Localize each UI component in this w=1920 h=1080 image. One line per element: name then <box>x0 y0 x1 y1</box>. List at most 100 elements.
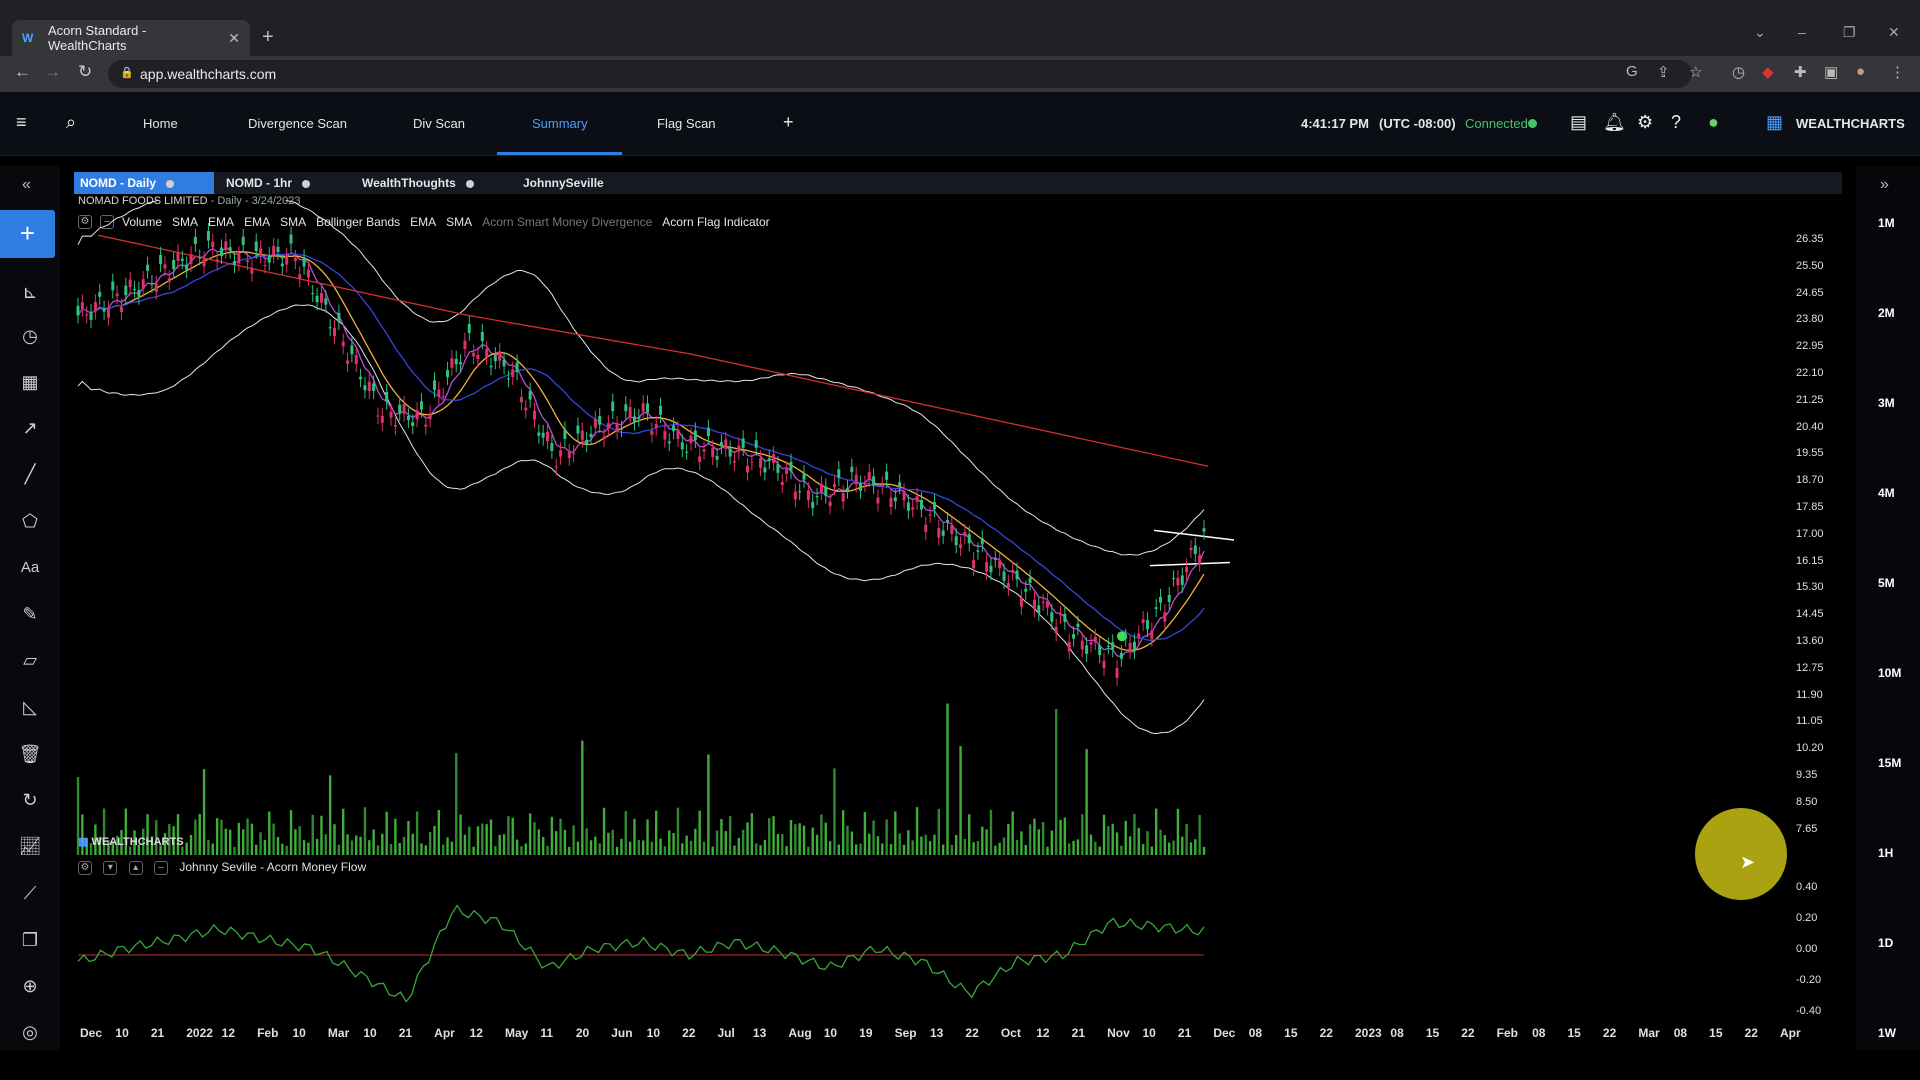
timeframe-5m[interactable]: 5M <box>1878 576 1895 590</box>
bell-icon[interactable]: 🔔︎ <box>1603 112 1626 133</box>
volume-bar <box>507 816 510 855</box>
timeframe-1w[interactable]: 1W <box>1878 1026 1896 1040</box>
candle-body <box>980 538 984 545</box>
collapse-right-icon[interactable]: » <box>1880 176 1889 194</box>
timeframe-15m[interactable]: 15M <box>1878 756 1901 770</box>
measure-icon[interactable]: ◺ <box>16 693 44 721</box>
sidepanel-icon[interactable]: ▣ <box>1824 63 1838 81</box>
shape-tool-icon[interactable]: ⬠ <box>16 507 44 535</box>
chart-tab-nomd-daily[interactable]: NOMD - Daily <box>74 172 214 194</box>
new-tab-button[interactable]: + <box>262 26 274 49</box>
osc-down-icon[interactable]: ▾ <box>103 860 118 875</box>
volume-bar <box>211 843 214 855</box>
candle-body <box>950 525 954 534</box>
volume-bar <box>576 841 580 855</box>
timeframe-1h[interactable]: 1H <box>1878 846 1893 860</box>
candle-body <box>676 429 680 440</box>
candle-body <box>937 528 941 538</box>
reload-icon[interactable]: ↻ <box>78 62 92 82</box>
osc-up-icon[interactable]: ▴ <box>128 860 143 875</box>
candle-body <box>233 260 237 266</box>
clock-icon[interactable]: ◷ <box>16 322 44 350</box>
nav-div-scan[interactable]: Div Scan <box>413 116 465 131</box>
ublock-icon[interactable]: ◆ <box>1762 63 1774 81</box>
text-tool-icon[interactable]: Aa <box>16 554 44 582</box>
puzzle-icon[interactable]: ✚ <box>1794 63 1807 81</box>
forward-icon[interactable]: → <box>44 62 61 82</box>
candle-body <box>719 441 723 447</box>
trash-icon[interactable]: 🗑︎ <box>16 740 44 768</box>
volume-bar <box>933 834 936 855</box>
volume-bar <box>841 810 845 855</box>
restore-icon[interactable]: ❐ <box>1843 24 1856 41</box>
node-icon[interactable]: ⟋ <box>16 879 44 907</box>
trend-icon[interactable]: ↗ <box>16 414 44 442</box>
chart-tab-johnnyseville[interactable]: JohnnySeville <box>517 172 617 194</box>
collapse-left-icon[interactable]: « <box>22 176 31 194</box>
save-icon[interactable]: ▤ <box>1570 112 1587 133</box>
browser-tab[interactable]: W Acorn Standard - WealthCharts ✕ <box>12 20 250 56</box>
chart-tab-nomd-1hr[interactable]: NOMD - 1hr <box>220 172 320 194</box>
volume-bar <box>289 810 293 855</box>
volume-bar <box>663 846 667 855</box>
volume-bar <box>1089 834 1093 855</box>
timeframe-10m[interactable]: 10M <box>1878 666 1901 680</box>
volume-bar <box>468 826 471 855</box>
chart-type-icon[interactable]: ⊾ <box>16 278 44 306</box>
ruler-icon[interactable]: ▱ <box>16 646 44 674</box>
help-icon[interactable]: ? <box>1671 112 1681 133</box>
volume-bar <box>1111 823 1114 855</box>
add-drawing-button[interactable]: + <box>0 210 55 258</box>
volume-bar <box>228 829 232 855</box>
search-icon[interactable]: ⌕ <box>66 112 76 133</box>
candle-body <box>932 502 936 510</box>
pencil-icon[interactable]: ✎ <box>16 600 44 628</box>
refresh-icon[interactable]: ↻ <box>16 786 44 814</box>
osc-settings-icon[interactable]: ⚙ <box>78 860 92 875</box>
timeframe-2m[interactable]: 2M <box>1878 306 1895 320</box>
volume-bar <box>833 768 836 855</box>
calendar-icon[interactable]: ▦ <box>16 368 44 396</box>
address-bar[interactable]: 🔒 app.wealthcharts.com <box>108 60 1692 88</box>
nav-home[interactable]: Home <box>143 116 178 131</box>
nav-summary[interactable]: Summary <box>532 116 588 131</box>
extension-icon[interactable]: ◷ <box>1732 63 1745 81</box>
gear-icon[interactable]: ⚙ <box>1637 112 1653 133</box>
chart-tab-wealththoughts[interactable]: WealthThoughts <box>356 172 486 194</box>
candle-body <box>945 520 949 523</box>
price-tick-label: 22.95 <box>1796 340 1824 353</box>
candle-body <box>637 417 641 419</box>
price-chart-svg[interactable] <box>74 200 1794 1040</box>
volume-bar <box>259 832 262 855</box>
close-tab-icon[interactable]: ✕ <box>228 30 240 47</box>
timeframe-1d[interactable]: 1D <box>1878 936 1893 950</box>
nav-divergence-scan[interactable]: Divergence Scan <box>248 116 347 131</box>
crosshair-icon[interactable]: ⊕ <box>16 972 44 1000</box>
bookmark-star-icon[interactable]: ☆ <box>1689 63 1702 81</box>
timeframe-4m[interactable]: 4M <box>1878 486 1895 500</box>
lightbulb-icon[interactable]: ● <box>1708 112 1719 133</box>
back-icon[interactable]: ← <box>14 62 31 82</box>
volume-bar <box>1176 808 1180 855</box>
share-icon[interactable]: ⇪ <box>1657 63 1670 81</box>
volume-bar <box>937 808 941 855</box>
line-chart-icon[interactable]: 📈︎ <box>16 832 44 860</box>
timeframe-3m[interactable]: 3M <box>1878 396 1895 410</box>
connection-status: Connected <box>1465 116 1528 131</box>
minimize-icon[interactable]: – <box>1798 24 1806 40</box>
nav-flag-scan[interactable]: Flag Scan <box>657 116 716 131</box>
google-icon[interactable]: G <box>1626 63 1638 80</box>
volume-bar <box>255 844 258 855</box>
add-tab-icon[interactable]: + <box>783 112 794 133</box>
line-tool-icon[interactable]: ╱ <box>16 460 44 488</box>
window-close-icon[interactable]: ✕ <box>1888 24 1900 41</box>
hamburger-menu-icon[interactable]: ≡ <box>16 112 27 133</box>
volume-bar <box>268 811 271 855</box>
copy-icon[interactable]: ❐ <box>16 926 44 954</box>
osc-collapse-icon[interactable]: – <box>154 860 169 875</box>
globe-icon[interactable]: ◎ <box>16 1018 44 1046</box>
browser-menu-icon[interactable]: ⋮ <box>1890 63 1905 81</box>
tab-search-icon[interactable]: ⌄ <box>1754 24 1766 41</box>
timeframe-1m[interactable]: 1M <box>1878 216 1895 230</box>
profile-avatar-icon[interactable]: ● <box>1856 63 1865 80</box>
